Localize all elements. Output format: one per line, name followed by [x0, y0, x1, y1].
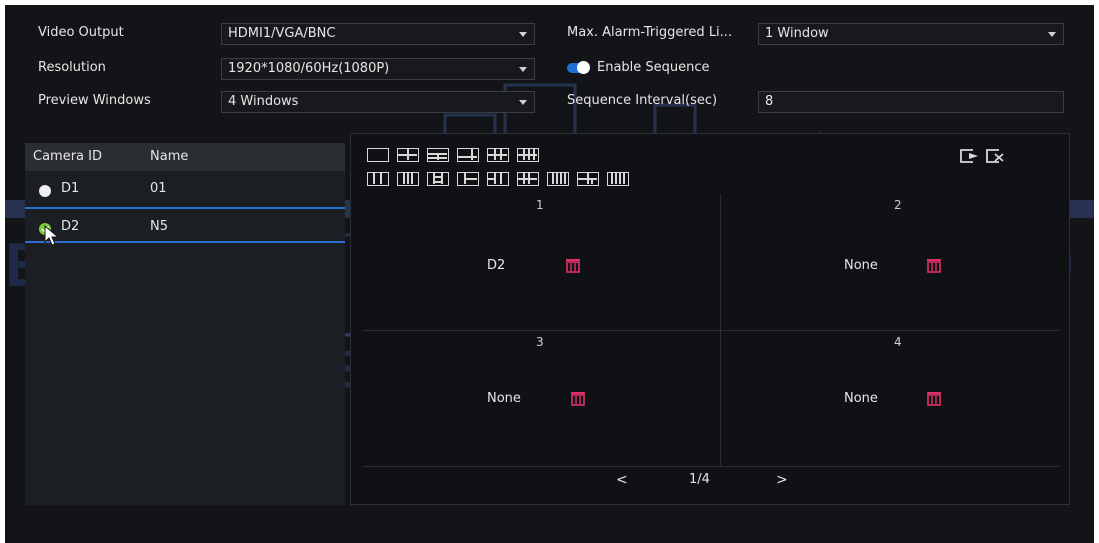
preview-windows-select[interactable]: 4 Windows [221, 91, 535, 113]
grid-cell-3[interactable]: 3 None [363, 331, 720, 466]
camera-list-header: Camera ID Name [25, 143, 345, 171]
chevron-down-icon [519, 32, 527, 37]
cell-number: 1 [536, 198, 544, 212]
delete-trash-icon[interactable] [564, 257, 582, 273]
cell-camera: None [487, 391, 521, 406]
cell-number: 4 [894, 335, 902, 349]
layout-25-window-icon[interactable] [427, 172, 449, 186]
sequence-interval-label: Sequence Interval(sec) [567, 93, 718, 108]
chevron-down-icon [1048, 32, 1056, 37]
layout-8-window-icon[interactable] [457, 148, 479, 162]
chevron-down-icon [519, 100, 527, 105]
layout-32-window-icon[interactable] [457, 172, 479, 186]
cell-number: 2 [894, 198, 902, 212]
resolution-label: Resolution [38, 60, 106, 75]
row-divider [25, 241, 345, 243]
cell-camera: None [844, 258, 878, 273]
layout-56-window-icon[interactable] [577, 172, 599, 186]
next-page-button[interactable]: > [776, 472, 788, 488]
max-alarm-label: Max. Alarm-Triggered Li... [567, 25, 733, 40]
camera-status-dot-icon [39, 185, 51, 197]
grid-cell-4[interactable]: 4 None [721, 331, 1059, 466]
name-header: Name [150, 149, 189, 164]
start-sequence-icon[interactable] [959, 148, 981, 164]
grid-cell-2[interactable]: 2 None [721, 194, 1059, 330]
cell-camera: D2 [487, 258, 506, 273]
prev-page-button[interactable]: < [616, 472, 628, 488]
layout-1-window-icon[interactable] [367, 148, 389, 162]
camera-row-id: D1 [61, 181, 80, 196]
preview-windows-label: Preview Windows [38, 93, 151, 108]
delete-trash-icon[interactable] [569, 390, 587, 406]
camera-row-d2[interactable]: D2 N5 [25, 213, 345, 243]
video-output-value: HDMI1/VGA/BNC [228, 26, 336, 41]
video-output-label: Video Output [38, 25, 124, 40]
cell-number: 3 [536, 335, 544, 349]
enable-sequence-label: Enable Sequence [597, 60, 710, 75]
camera-list: Camera ID Name D1 01 D2 N5 [25, 143, 345, 505]
resolution-value: 1920*1080/60Hz(1080P) [228, 61, 390, 76]
layout-20-window-icon[interactable] [397, 172, 419, 186]
camera-row-name: 01 [150, 181, 167, 196]
layout-6-window-icon[interactable] [427, 148, 449, 162]
cell-camera: None [844, 391, 878, 406]
live-view-settings-window: EST. 199 WE SECURE YOUR LIFE ★ ★ ★ ★ ★ ★… [5, 5, 1094, 543]
mouse-cursor-icon [44, 225, 60, 246]
camera-row-id: D2 [61, 219, 80, 234]
video-output-select[interactable]: HDMI1/VGA/BNC [221, 23, 535, 45]
chevron-down-icon [519, 67, 527, 72]
max-alarm-value: 1 Window [765, 26, 829, 41]
layout-16-window-icon[interactable] [367, 172, 389, 186]
resolution-select[interactable]: 1920*1080/60Hz(1080P) [221, 58, 535, 80]
grid-bottom-line [363, 466, 1059, 467]
toggle-knob [577, 61, 590, 74]
max-alarm-select[interactable]: 1 Window [758, 23, 1064, 45]
layout-12-window-icon[interactable] [517, 148, 539, 162]
window-grid-panel: 1 D2 2 None 3 None 4 None < 1/4 > [350, 133, 1070, 505]
enable-sequence-toggle[interactable] [567, 61, 590, 74]
delete-trash-icon[interactable] [925, 390, 943, 406]
layout-4-window-icon[interactable] [397, 148, 419, 162]
sequence-interval-value: 8 [765, 94, 774, 109]
layout-9-window-icon[interactable] [487, 148, 509, 162]
preview-windows-value: 4 Windows [228, 94, 299, 109]
camera-row-d1[interactable]: D1 01 [25, 175, 345, 205]
stop-sequence-icon[interactable] [985, 148, 1007, 164]
camera-row-name: N5 [150, 219, 168, 234]
row-divider [25, 207, 345, 209]
layout-40-window-icon[interactable] [517, 172, 539, 186]
grid-cell-1[interactable]: 1 D2 [363, 194, 720, 330]
layout-36-window-icon[interactable] [487, 172, 509, 186]
layout-48-window-icon[interactable] [547, 172, 569, 186]
page-indicator: 1/4 [689, 472, 710, 487]
layout-64-window-icon[interactable] [607, 172, 629, 186]
delete-trash-icon[interactable] [925, 257, 943, 273]
sequence-interval-input[interactable]: 8 [758, 91, 1064, 113]
camera-id-header: Camera ID [33, 149, 102, 164]
